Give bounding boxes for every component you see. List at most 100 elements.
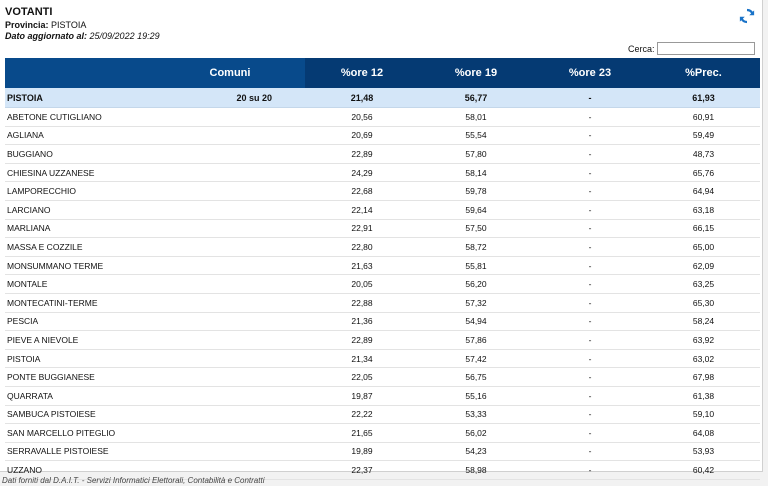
cell-comune: QUARRATA [5,386,155,406]
cell-prec: 59,49 [647,126,760,146]
cell-comune: BUGGIANO [5,144,155,164]
cell-ore19: 57,80 [419,144,533,164]
cell-comuni [155,423,305,443]
cell-comune: PISTOIA [5,349,155,369]
cell-ore19: 58,72 [419,237,533,257]
cell-prec: 48,73 [647,144,760,164]
table-row: PIEVE A NIEVOLE 22,89 57,86-63,92 [5,330,760,350]
cell-comuni [155,405,305,425]
total-name: PISTOIA [5,88,155,108]
cell-comune: PIEVE A NIEVOLE [5,330,155,350]
cell-prec: 63,92 [647,330,760,350]
cell-comuni [155,200,305,220]
cell-comuni [155,442,305,462]
cell-comuni [155,367,305,387]
total-prec: 61,93 [647,88,760,108]
table-row: MONTALE 20,05 56,20-63,25 [5,274,760,294]
cell-ore23: - [533,107,647,127]
cell-ore19: 59,64 [419,200,533,220]
cell-ore23: - [533,442,647,462]
cell-ore12: 20,56 [305,107,419,127]
cell-comuni [155,312,305,332]
total-ore12: 21,48 [305,88,419,108]
col-header-ore23[interactable]: %ore 23 [533,58,647,88]
cell-prec: 63,02 [647,349,760,369]
cell-comune: MONSUMMANO TERME [5,256,155,276]
cell-ore23: - [533,200,647,220]
cell-ore19: 58,01 [419,107,533,127]
table-row: QUARRATA 19,87 55,16-61,38 [5,386,760,406]
refresh-icon[interactable] [738,7,756,25]
cell-ore23: - [533,163,647,183]
cell-ore23: - [533,423,647,443]
table-header-row: Comuni %ore 12 %ore 19 %ore 23 %Prec. [5,58,760,88]
col-header-ore12[interactable]: %ore 12 [305,58,419,88]
cell-comuni [155,163,305,183]
cell-ore12: 22,91 [305,219,419,239]
table-row: SAN MARCELLO PITEGLIO 21,65 56,02-64,08 [5,423,760,443]
cell-comuni [155,293,305,313]
table-row: PISTOIA 21,34 57,42-63,02 [5,349,760,369]
cell-ore19: 56,75 [419,367,533,387]
cell-ore19: 59,78 [419,181,533,201]
cell-ore23: - [533,330,647,350]
cell-ore12: 20,05 [305,274,419,294]
total-comuni: 20 su 20 [155,88,305,108]
cell-ore12: 21,63 [305,256,419,276]
cell-prec: 65,00 [647,237,760,257]
cell-ore23: - [533,237,647,257]
table-row: AGLIANA 20,69 55,54-59,49 [5,126,760,146]
cell-comune: SAMBUCA PISTOIESE [5,405,155,425]
cell-ore12: 20,69 [305,126,419,146]
cell-ore19: 56,02 [419,423,533,443]
cell-comuni [155,237,305,257]
cell-comuni [155,274,305,294]
cell-ore12: 22,14 [305,200,419,220]
cell-comuni [155,330,305,350]
cell-comuni [155,386,305,406]
col-header-prec[interactable]: %Prec. [647,58,760,88]
search-input[interactable] [657,42,755,55]
table-row: BUGGIANO 22,89 57,80-48,73 [5,144,760,164]
cell-comune: PONTE BUGGIANESE [5,367,155,387]
cell-ore19: 55,54 [419,126,533,146]
cell-prec: 65,30 [647,293,760,313]
cell-ore12: 21,65 [305,423,419,443]
cell-comune: ABETONE CUTIGLIANO [5,107,155,127]
cell-ore23: - [533,460,647,480]
cell-ore19: 58,98 [419,460,533,480]
cell-comuni [155,181,305,201]
col-header-name[interactable] [5,58,155,88]
cell-ore19: 54,94 [419,312,533,332]
cell-comune: LAMPORECCHIO [5,181,155,201]
table-row: MONTECATINI-TERME 22,88 57,32-65,30 [5,293,760,313]
cell-prec: 63,25 [647,274,760,294]
cell-ore23: - [533,405,647,425]
col-header-ore19[interactable]: %ore 19 [419,58,533,88]
cell-ore19: 56,20 [419,274,533,294]
cell-ore23: - [533,126,647,146]
table-row: CHIESINA UZZANESE 24,29 58,14-65,76 [5,163,760,183]
table-row: SAMBUCA PISTOIESE 22,22 53,33-59,10 [5,405,760,425]
cell-ore12: 22,05 [305,367,419,387]
cell-ore19: 57,86 [419,330,533,350]
page-title: VOTANTI [5,6,53,18]
cell-prec: 64,94 [647,181,760,201]
col-header-comuni[interactable]: Comuni [155,58,305,88]
provincia-value: PISTOIA [51,20,87,30]
cell-comune: PESCIA [5,312,155,332]
cell-ore23: - [533,293,647,313]
cell-ore23: - [533,312,647,332]
cell-prec: 60,91 [647,107,760,127]
cell-comune: SAN MARCELLO PITEGLIO [5,423,155,443]
cell-ore23: - [533,367,647,387]
cell-ore12: 22,89 [305,330,419,350]
cell-comuni [155,126,305,146]
cell-comuni [155,144,305,164]
cell-ore12: 19,87 [305,386,419,406]
cell-prec: 67,98 [647,367,760,387]
cell-ore23: - [533,386,647,406]
cell-prec: 60,42 [647,460,760,480]
total-ore19: 56,77 [419,88,533,108]
cell-ore23: - [533,181,647,201]
